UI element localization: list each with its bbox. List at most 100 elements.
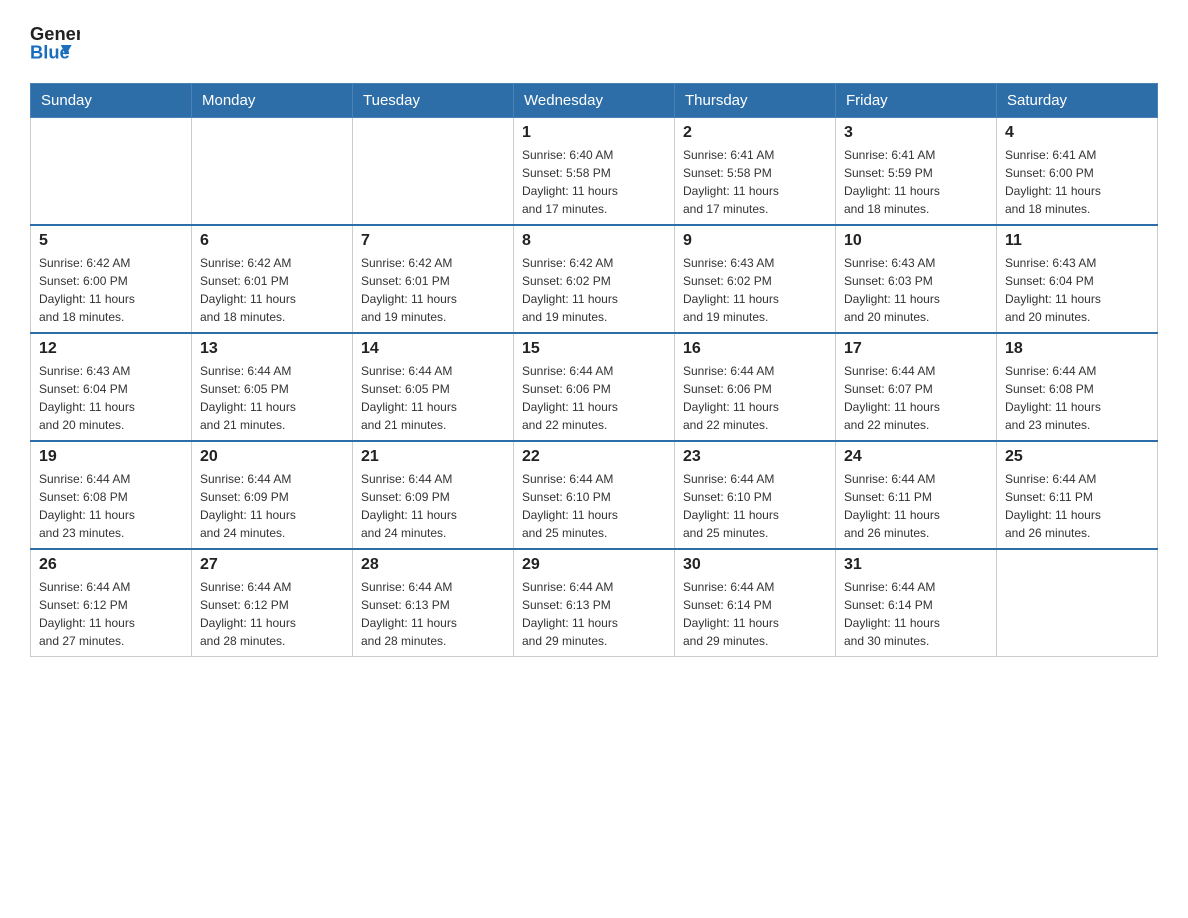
day-info: Sunrise: 6:44 AM Sunset: 6:14 PM Dayligh… xyxy=(683,578,827,650)
day-info: Sunrise: 6:41 AM Sunset: 6:00 PM Dayligh… xyxy=(1005,146,1149,218)
day-info: Sunrise: 6:40 AM Sunset: 5:58 PM Dayligh… xyxy=(522,146,666,218)
calendar-cell: 29 Sunrise: 6:44 AM Sunset: 6:13 PM Dayli… xyxy=(514,549,675,657)
col-monday: Monday xyxy=(192,84,353,118)
calendar-cell: 22 Sunrise: 6:44 AM Sunset: 6:10 PM Dayli… xyxy=(514,441,675,549)
day-number: 16 xyxy=(683,340,827,358)
col-tuesday: Tuesday xyxy=(353,84,514,118)
calendar-cell: 19Sunrise: 6:44 AM Sunset: 6:08 PM Dayli… xyxy=(31,441,192,549)
day-info: Sunrise: 6:44 AM Sunset: 6:06 PM Dayligh… xyxy=(683,362,827,434)
calendar-cell: 23 Sunrise: 6:44 AM Sunset: 6:10 PM Dayli… xyxy=(675,441,836,549)
day-info: Sunrise: 6:44 AM Sunset: 6:05 PM Dayligh… xyxy=(200,362,344,434)
calendar-week-row: 1 Sunrise: 6:40 AM Sunset: 5:58 PM Daylig… xyxy=(31,118,1158,226)
calendar-cell: 8 Sunrise: 6:42 AM Sunset: 6:02 PM Daylig… xyxy=(514,225,675,333)
calendar-cell xyxy=(31,118,192,226)
day-number: 22 xyxy=(522,448,666,466)
day-info: Sunrise: 6:44 AM Sunset: 6:06 PM Dayligh… xyxy=(522,362,666,434)
day-number: 8 xyxy=(522,232,666,250)
day-number: 2 xyxy=(683,124,827,142)
day-info: Sunrise: 6:43 AM Sunset: 6:02 PM Dayligh… xyxy=(683,254,827,326)
day-number: 25 xyxy=(1005,448,1149,466)
day-info: Sunrise: 6:44 AM Sunset: 6:05 PM Dayligh… xyxy=(361,362,505,434)
day-number: 1 xyxy=(522,124,666,142)
day-number: 27 xyxy=(200,556,344,574)
calendar-cell: 2 Sunrise: 6:41 AM Sunset: 5:58 PM Daylig… xyxy=(675,118,836,226)
calendar-cell: 20Sunrise: 6:44 AM Sunset: 6:09 PM Dayli… xyxy=(192,441,353,549)
calendar-cell: 18 Sunrise: 6:44 AM Sunset: 6:08 PM Dayli… xyxy=(997,333,1158,441)
day-number: 14 xyxy=(361,340,505,358)
day-number: 7 xyxy=(361,232,505,250)
logo-icon: General Blue xyxy=(30,20,80,65)
logo: General Blue xyxy=(30,20,84,65)
calendar-cell: 5 Sunrise: 6:42 AM Sunset: 6:00 PM Daylig… xyxy=(31,225,192,333)
calendar-cell: 3Sunrise: 6:41 AM Sunset: 5:59 PM Daylig… xyxy=(836,118,997,226)
calendar-cell: 9 Sunrise: 6:43 AM Sunset: 6:02 PM Daylig… xyxy=(675,225,836,333)
calendar-cell: 24Sunrise: 6:44 AM Sunset: 6:11 PM Dayli… xyxy=(836,441,997,549)
calendar-cell: 30 Sunrise: 6:44 AM Sunset: 6:14 PM Dayli… xyxy=(675,549,836,657)
day-info: Sunrise: 6:44 AM Sunset: 6:11 PM Dayligh… xyxy=(1005,470,1149,542)
day-info: Sunrise: 6:42 AM Sunset: 6:01 PM Dayligh… xyxy=(361,254,505,326)
day-info: Sunrise: 6:42 AM Sunset: 6:00 PM Dayligh… xyxy=(39,254,183,326)
calendar-week-row: 5 Sunrise: 6:42 AM Sunset: 6:00 PM Daylig… xyxy=(31,225,1158,333)
calendar-cell: 1 Sunrise: 6:40 AM Sunset: 5:58 PM Daylig… xyxy=(514,118,675,226)
calendar-cell: 21 Sunrise: 6:44 AM Sunset: 6:09 PM Dayli… xyxy=(353,441,514,549)
calendar-cell: 27 Sunrise: 6:44 AM Sunset: 6:12 PM Dayli… xyxy=(192,549,353,657)
calendar-cell: 11 Sunrise: 6:43 AM Sunset: 6:04 PM Dayli… xyxy=(997,225,1158,333)
col-friday: Friday xyxy=(836,84,997,118)
col-sunday: Sunday xyxy=(31,84,192,118)
calendar-cell: 31 Sunrise: 6:44 AM Sunset: 6:14 PM Dayli… xyxy=(836,549,997,657)
day-number: 6 xyxy=(200,232,344,250)
day-number: 30 xyxy=(683,556,827,574)
calendar-week-row: 19Sunrise: 6:44 AM Sunset: 6:08 PM Dayli… xyxy=(31,441,1158,549)
day-info: Sunrise: 6:44 AM Sunset: 6:08 PM Dayligh… xyxy=(1005,362,1149,434)
calendar-cell: 7 Sunrise: 6:42 AM Sunset: 6:01 PM Daylig… xyxy=(353,225,514,333)
day-number: 4 xyxy=(1005,124,1149,142)
calendar-cell: 26 Sunrise: 6:44 AM Sunset: 6:12 PM Dayli… xyxy=(31,549,192,657)
day-number: 12 xyxy=(39,340,183,358)
calendar-cell: 6 Sunrise: 6:42 AM Sunset: 6:01 PM Daylig… xyxy=(192,225,353,333)
calendar-cell: 28Sunrise: 6:44 AM Sunset: 6:13 PM Dayli… xyxy=(353,549,514,657)
day-info: Sunrise: 6:44 AM Sunset: 6:10 PM Dayligh… xyxy=(683,470,827,542)
day-number: 18 xyxy=(1005,340,1149,358)
calendar-cell xyxy=(192,118,353,226)
calendar-table: Sunday Monday Tuesday Wednesday Thursday… xyxy=(30,83,1158,657)
day-info: Sunrise: 6:44 AM Sunset: 6:13 PM Dayligh… xyxy=(522,578,666,650)
calendar-cell xyxy=(353,118,514,226)
day-number: 15 xyxy=(522,340,666,358)
day-number: 17 xyxy=(844,340,988,358)
day-info: Sunrise: 6:44 AM Sunset: 6:08 PM Dayligh… xyxy=(39,470,183,542)
day-info: Sunrise: 6:43 AM Sunset: 6:03 PM Dayligh… xyxy=(844,254,988,326)
day-number: 26 xyxy=(39,556,183,574)
calendar-cell: 15 Sunrise: 6:44 AM Sunset: 6:06 PM Dayli… xyxy=(514,333,675,441)
day-info: Sunrise: 6:42 AM Sunset: 6:02 PM Dayligh… xyxy=(522,254,666,326)
day-info: Sunrise: 6:44 AM Sunset: 6:10 PM Dayligh… xyxy=(522,470,666,542)
day-number: 3 xyxy=(844,124,988,142)
day-number: 5 xyxy=(39,232,183,250)
calendar-week-row: 26 Sunrise: 6:44 AM Sunset: 6:12 PM Dayli… xyxy=(31,549,1158,657)
day-number: 29 xyxy=(522,556,666,574)
day-info: Sunrise: 6:44 AM Sunset: 6:14 PM Dayligh… xyxy=(844,578,988,650)
calendar-cell: 12 Sunrise: 6:43 AM Sunset: 6:04 PM Dayli… xyxy=(31,333,192,441)
calendar-cell: 13Sunrise: 6:44 AM Sunset: 6:05 PM Dayli… xyxy=(192,333,353,441)
day-info: Sunrise: 6:44 AM Sunset: 6:09 PM Dayligh… xyxy=(361,470,505,542)
col-thursday: Thursday xyxy=(675,84,836,118)
col-saturday: Saturday xyxy=(997,84,1158,118)
day-info: Sunrise: 6:44 AM Sunset: 6:12 PM Dayligh… xyxy=(39,578,183,650)
col-wednesday: Wednesday xyxy=(514,84,675,118)
day-info: Sunrise: 6:43 AM Sunset: 6:04 PM Dayligh… xyxy=(39,362,183,434)
day-number: 23 xyxy=(683,448,827,466)
svg-text:Blue: Blue xyxy=(30,41,70,62)
day-info: Sunrise: 6:42 AM Sunset: 6:01 PM Dayligh… xyxy=(200,254,344,326)
day-number: 31 xyxy=(844,556,988,574)
day-info: Sunrise: 6:43 AM Sunset: 6:04 PM Dayligh… xyxy=(1005,254,1149,326)
calendar-cell: 17Sunrise: 6:44 AM Sunset: 6:07 PM Dayli… xyxy=(836,333,997,441)
calendar-cell xyxy=(997,549,1158,657)
day-number: 11 xyxy=(1005,232,1149,250)
day-number: 21 xyxy=(361,448,505,466)
day-info: Sunrise: 6:44 AM Sunset: 6:12 PM Dayligh… xyxy=(200,578,344,650)
day-number: 9 xyxy=(683,232,827,250)
calendar-cell: 4 Sunrise: 6:41 AM Sunset: 6:00 PM Daylig… xyxy=(997,118,1158,226)
day-number: 10 xyxy=(844,232,988,250)
day-info: Sunrise: 6:41 AM Sunset: 5:58 PM Dayligh… xyxy=(683,146,827,218)
day-number: 28 xyxy=(361,556,505,574)
day-number: 24 xyxy=(844,448,988,466)
